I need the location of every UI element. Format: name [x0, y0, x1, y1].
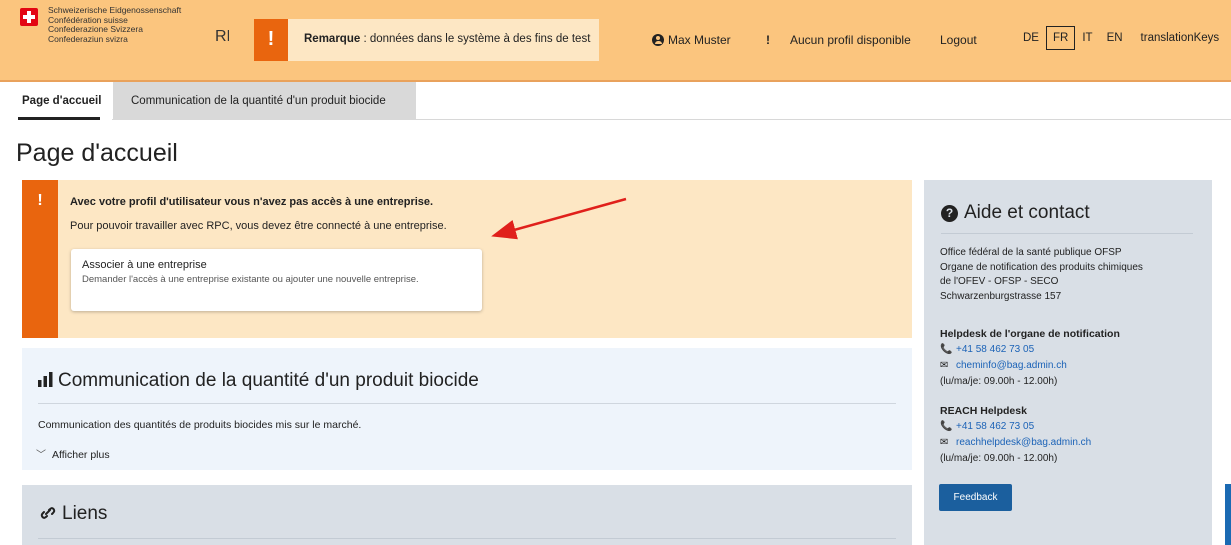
- envelope-icon: ✉: [940, 437, 949, 448]
- reach-helpdesk-heading: REACH Helpdesk: [940, 405, 1027, 417]
- confederation-names: Schweizerische Eidgenossenschaft Confédé…: [48, 5, 181, 44]
- link-icon: [40, 507, 56, 519]
- user-menu[interactable]: Max Muster: [652, 33, 731, 47]
- test-notice: ! Remarque : données dans le système à d…: [254, 19, 599, 61]
- address-line-4: Schwarzenburgstrasse 157: [940, 290, 1062, 302]
- bar-chart-icon: [38, 372, 53, 387]
- associate-company-title: Associer à une entreprise: [82, 259, 207, 271]
- top-header: Schweizerische Eidgenossenschaft Confédé…: [0, 0, 1231, 80]
- page-title: Page d'accueil: [16, 139, 178, 167]
- biocide-card-title[interactable]: Communication de la quantité d'un produi…: [38, 370, 479, 392]
- warning-message: Pour pouvoir travailler avec RPC, vous d…: [70, 220, 447, 232]
- helpdesk-notification-hours: (lu/ma/je: 09.00h - 12.00h): [940, 376, 1058, 387]
- address-line-3: de l'OFEV - OFSP - SECO: [940, 276, 1059, 287]
- biocide-divider: [38, 403, 896, 404]
- reach-helpdesk-email[interactable]: ✉ reachhelpdesk@bag.admin.ch: [940, 437, 1091, 448]
- main-tabs: Page d'accueil Communication de la quant…: [0, 82, 1231, 120]
- show-more-label: Afficher plus: [52, 449, 110, 461]
- envelope-icon: ✉: [940, 360, 949, 371]
- email-link[interactable]: cheminfo@bag.admin.ch: [956, 360, 1067, 371]
- show-more-toggle[interactable]: ﹀ Afficher plus: [36, 446, 110, 461]
- lang-fr[interactable]: FR: [1045, 26, 1076, 50]
- lang-it[interactable]: IT: [1075, 27, 1099, 49]
- phone-link[interactable]: +41 58 462 73 05: [956, 421, 1034, 432]
- links-title-text: Liens: [62, 503, 108, 524]
- biocide-quantity-card: Communication de la quantité d'un produi…: [22, 348, 912, 470]
- email-link[interactable]: reachhelpdesk@bag.admin.ch: [956, 437, 1091, 448]
- feedback-button[interactable]: Feedback: [939, 484, 1012, 511]
- notice-text: Remarque : données dans le système à des…: [304, 33, 590, 45]
- help-title: ? Aide et contact: [941, 202, 1090, 224]
- profile-warning-icon: !: [766, 33, 770, 47]
- chevron-down-icon: ﹀: [36, 450, 46, 461]
- swiss-flag-icon: [20, 8, 38, 26]
- side-edge-tab[interactable]: [1225, 484, 1231, 545]
- lang-en[interactable]: EN: [1100, 27, 1130, 49]
- help-divider: [941, 233, 1193, 234]
- office-address: Office fédéral de la santé publique OFSP…: [940, 246, 1200, 304]
- warning-exclamation-icon: !: [37, 192, 43, 209]
- address-line-1: Office fédéral de la santé publique OFSP: [940, 247, 1122, 258]
- phone-link[interactable]: +41 58 462 73 05: [956, 344, 1034, 355]
- reach-helpdesk-phone[interactable]: 📞 +41 58 462 73 05: [940, 421, 1034, 432]
- notice-bold-label: Remarque: [304, 33, 361, 45]
- profile-status[interactable]: Aucun profil disponible: [790, 33, 911, 47]
- notice-message: : données dans le système à des fins de …: [360, 33, 591, 45]
- company-access-warning: ! Avec votre profil d'utilisateur vous n…: [22, 180, 912, 338]
- tab-page-accueil[interactable]: Page d'accueil: [0, 82, 112, 120]
- links-card: Liens: [22, 485, 912, 545]
- links-title: Liens: [38, 503, 107, 525]
- question-circle-icon: ?: [941, 205, 958, 222]
- biocide-title-text: Communication de la quantité d'un produi…: [58, 370, 479, 391]
- associate-company-description: Demander l'accès à une entreprise exista…: [82, 274, 419, 285]
- notice-exclamation-icon: !: [254, 19, 288, 61]
- phone-icon: 📞: [940, 344, 953, 355]
- language-switcher: DE FR IT EN translationKeys: [1016, 26, 1226, 50]
- helpdesk-notification-phone[interactable]: 📞 +41 58 462 73 05: [940, 344, 1034, 355]
- help-contact-panel: ? Aide et contact Office fédéral de la sa…: [924, 180, 1212, 545]
- translation-keys-link[interactable]: translationKeys: [1134, 27, 1227, 49]
- app-abbreviation: RPC: [215, 28, 229, 45]
- reach-helpdesk-hours: (lu/ma/je: 09.00h - 12.00h): [940, 453, 1058, 464]
- logout-link[interactable]: Logout: [940, 33, 977, 47]
- phone-icon: 📞: [940, 421, 953, 432]
- helpdesk-notification-heading: Helpdesk de l'organe de notification: [940, 328, 1120, 340]
- helpdesk-notification-email[interactable]: ✉ cheminfo@bag.admin.ch: [940, 360, 1067, 371]
- links-divider: [38, 538, 896, 539]
- biocide-description: Communication des quantités de produits …: [38, 419, 362, 431]
- help-title-text: Aide et contact: [964, 202, 1090, 223]
- confederation-name-rm: Confederaziun svizra: [48, 33, 128, 44]
- warning-heading: Avec votre profil d'utilisateur vous n'a…: [70, 196, 434, 208]
- address-line-2: Organe de notification des produits chim…: [940, 261, 1143, 273]
- user-circle-icon: [652, 34, 664, 46]
- associate-company-card[interactable]: Associer à une entreprise Demander l'acc…: [71, 249, 482, 311]
- lang-de[interactable]: DE: [1016, 27, 1046, 49]
- tab-biocide-quantity[interactable]: Communication de la quantité d'un produi…: [113, 82, 416, 120]
- user-name: Max Muster: [668, 33, 731, 47]
